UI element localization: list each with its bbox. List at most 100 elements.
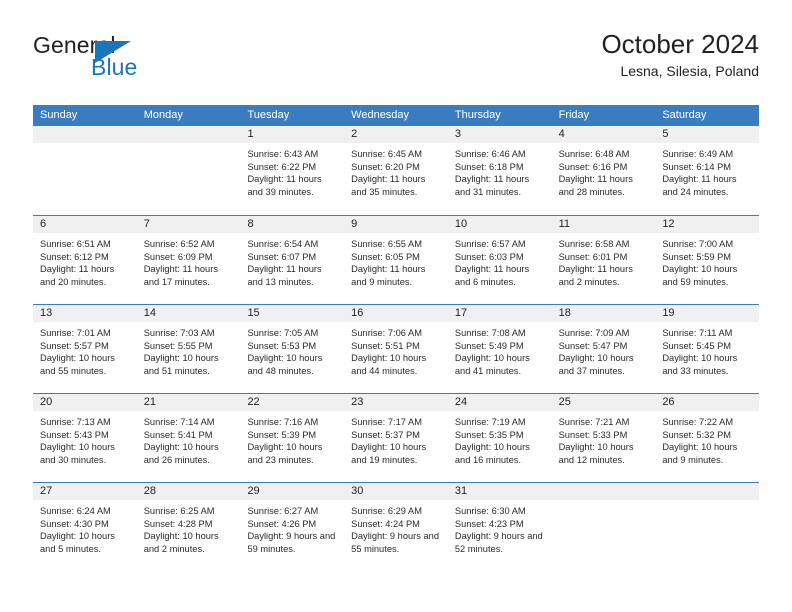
day-cell[interactable]: 23 Sunrise: 7:17 AM Sunset: 5:37 PM Dayl… bbox=[344, 394, 448, 482]
day-details: Sunrise: 7:19 AM Sunset: 5:35 PM Dayligh… bbox=[448, 411, 552, 466]
sunrise-text: Sunrise: 7:06 AM bbox=[351, 328, 422, 338]
day-cell[interactable]: 24 Sunrise: 7:19 AM Sunset: 5:35 PM Dayl… bbox=[447, 394, 552, 482]
weekday-monday: Monday bbox=[143, 109, 183, 121]
calendar-grid: Sunday Monday Tuesday Wednesday Thursday… bbox=[33, 105, 760, 571]
sunrise-text: Sunrise: 7:00 AM bbox=[662, 239, 734, 249]
day-cell[interactable]: 16 Sunrise: 7:06 AM Sunset: 5:51 PM Dayl… bbox=[344, 305, 448, 393]
day-cell[interactable]: 30 Sunrise: 6:29 AM Sunset: 4:24 PM Dayl… bbox=[344, 483, 448, 571]
sunrise-text: Sunrise: 7:05 AM bbox=[247, 328, 319, 338]
day-cell[interactable]: 21 Sunrise: 7:14 AM Sunset: 5:41 PM Dayl… bbox=[136, 394, 241, 482]
sunrise-text: Sunrise: 6:27 AM bbox=[247, 506, 319, 516]
daylight-text: Daylight: 11 hours and 9 minutes. bbox=[351, 264, 426, 287]
daylight-text: Daylight: 11 hours and 24 minutes. bbox=[662, 174, 737, 197]
day-cell[interactable]: 20 Sunrise: 7:13 AM Sunset: 5:43 PM Dayl… bbox=[33, 394, 137, 482]
sunset-text: Sunset: 5:55 PM bbox=[143, 340, 213, 351]
day-cell[interactable]: 7 Sunrise: 6:52 AM Sunset: 6:09 PM Dayli… bbox=[136, 216, 241, 304]
sunset-text: Sunset: 4:30 PM bbox=[40, 518, 109, 529]
daylight-text: Daylight: 10 hours and 19 minutes. bbox=[351, 442, 427, 465]
day-details: Sunrise: 6:45 AM Sunset: 6:20 PM Dayligh… bbox=[344, 143, 448, 198]
day-cell[interactable]: 9 Sunrise: 6:55 AM Sunset: 6:05 PM Dayli… bbox=[344, 216, 448, 304]
day-cell[interactable]: 15 Sunrise: 7:05 AM Sunset: 5:53 PM Dayl… bbox=[240, 305, 345, 393]
day-details: Sunrise: 7:13 AM Sunset: 5:43 PM Dayligh… bbox=[33, 411, 137, 466]
sunset-text: Sunset: 4:23 PM bbox=[454, 518, 524, 529]
day-cell[interactable]: 22 Sunrise: 7:16 AM Sunset: 5:39 PM Dayl… bbox=[240, 394, 345, 482]
daylight-text: Daylight: 11 hours and 6 minutes. bbox=[454, 264, 530, 287]
day-details bbox=[655, 500, 759, 505]
day-details: Sunrise: 6:46 AM Sunset: 6:18 PM Dayligh… bbox=[448, 143, 552, 198]
sunrise-text: Sunrise: 6:46 AM bbox=[454, 149, 526, 159]
day-cell[interactable]: 13 Sunrise: 7:01 AM Sunset: 5:57 PM Dayl… bbox=[33, 305, 137, 393]
daylight-text: Daylight: 9 hours and 55 minutes. bbox=[351, 531, 440, 554]
day-number bbox=[136, 126, 241, 143]
day-details: Sunrise: 6:43 AM Sunset: 6:22 PM Dayligh… bbox=[240, 143, 344, 198]
day-cell[interactable]: 25 Sunrise: 7:21 AM Sunset: 5:33 PM Dayl… bbox=[551, 394, 656, 482]
day-cell[interactable]: 18 Sunrise: 7:09 AM Sunset: 5:47 PM Dayl… bbox=[551, 305, 656, 393]
sunset-text: Sunset: 5:43 PM bbox=[40, 429, 109, 440]
day-details: Sunrise: 6:49 AM Sunset: 6:14 PM Dayligh… bbox=[655, 143, 759, 198]
sunrise-text: Sunrise: 6:30 AM bbox=[454, 506, 526, 516]
day-cell[interactable]: 27 Sunrise: 6:24 AM Sunset: 4:30 PM Dayl… bbox=[33, 483, 137, 571]
day-details: Sunrise: 6:48 AM Sunset: 6:16 PM Dayligh… bbox=[552, 143, 656, 198]
day-cell[interactable]: 2 Sunrise: 6:45 AM Sunset: 6:20 PM Dayli… bbox=[344, 126, 448, 215]
day-number: 19 bbox=[655, 305, 760, 322]
daylight-text: Daylight: 10 hours and 59 minutes. bbox=[662, 264, 738, 287]
day-number: 7 bbox=[136, 216, 241, 233]
day-details: Sunrise: 7:01 AM Sunset: 5:57 PM Dayligh… bbox=[33, 322, 137, 377]
weekday-wednesday: Wednesday bbox=[351, 109, 410, 121]
day-number: 26 bbox=[655, 394, 760, 411]
day-number: 6 bbox=[33, 216, 137, 233]
daylight-text: Daylight: 10 hours and 48 minutes. bbox=[247, 353, 323, 376]
day-details: Sunrise: 7:17 AM Sunset: 5:37 PM Dayligh… bbox=[344, 411, 448, 466]
day-details: Sunrise: 7:21 AM Sunset: 5:33 PM Dayligh… bbox=[552, 411, 656, 466]
weekday-sunday: Sunday bbox=[40, 109, 78, 121]
day-details: Sunrise: 6:57 AM Sunset: 6:03 PM Dayligh… bbox=[448, 233, 552, 288]
sunset-text: Sunset: 6:09 PM bbox=[143, 251, 213, 262]
day-details: Sunrise: 6:27 AM Sunset: 4:26 PM Dayligh… bbox=[240, 500, 344, 555]
sunset-text: Sunset: 4:26 PM bbox=[247, 518, 317, 529]
day-details: Sunrise: 7:22 AM Sunset: 5:32 PM Dayligh… bbox=[655, 411, 759, 466]
sunset-text: Sunset: 5:32 PM bbox=[662, 429, 732, 440]
day-number: 23 bbox=[344, 394, 448, 411]
week-row: 1 Sunrise: 6:43 AM Sunset: 6:22 PM Dayli… bbox=[33, 126, 760, 215]
day-cell[interactable]: 8 Sunrise: 6:54 AM Sunset: 6:07 PM Dayli… bbox=[240, 216, 345, 304]
sunrise-text: Sunrise: 6:25 AM bbox=[143, 506, 215, 516]
sunset-text: Sunset: 5:53 PM bbox=[247, 340, 317, 351]
day-cell[interactable]: 12 Sunrise: 7:00 AM Sunset: 5:59 PM Dayl… bbox=[655, 216, 760, 304]
day-cell[interactable]: 28 Sunrise: 6:25 AM Sunset: 4:28 PM Dayl… bbox=[136, 483, 241, 571]
day-number: 20 bbox=[33, 394, 137, 411]
day-cell[interactable]: 1 Sunrise: 6:43 AM Sunset: 6:22 PM Dayli… bbox=[240, 126, 345, 215]
sunrise-text: Sunrise: 7:09 AM bbox=[558, 328, 630, 338]
day-cell[interactable]: 11 Sunrise: 6:58 AM Sunset: 6:01 PM Dayl… bbox=[551, 216, 656, 304]
day-cell[interactable]: 26 Sunrise: 7:22 AM Sunset: 5:32 PM Dayl… bbox=[655, 394, 760, 482]
day-cell[interactable]: 3 Sunrise: 6:46 AM Sunset: 6:18 PM Dayli… bbox=[447, 126, 552, 215]
day-cell[interactable]: 4 Sunrise: 6:48 AM Sunset: 6:16 PM Dayli… bbox=[551, 126, 656, 215]
day-number: 10 bbox=[447, 216, 552, 233]
sunrise-text: Sunrise: 7:11 AM bbox=[662, 328, 733, 338]
sunset-text: Sunset: 5:41 PM bbox=[143, 429, 213, 440]
daylight-text: Daylight: 11 hours and 28 minutes. bbox=[558, 174, 633, 197]
day-cell[interactable]: 19 Sunrise: 7:11 AM Sunset: 5:45 PM Dayl… bbox=[655, 305, 760, 393]
day-cell[interactable]: 31 Sunrise: 6:30 AM Sunset: 4:23 PM Dayl… bbox=[447, 483, 552, 571]
day-number: 22 bbox=[240, 394, 345, 411]
day-number: 28 bbox=[136, 483, 241, 500]
day-number: 31 bbox=[447, 483, 552, 500]
day-number: 4 bbox=[551, 126, 656, 143]
day-details: Sunrise: 6:29 AM Sunset: 4:24 PM Dayligh… bbox=[344, 500, 448, 555]
day-details: Sunrise: 6:51 AM Sunset: 6:12 PM Dayligh… bbox=[33, 233, 137, 288]
day-cell[interactable]: 17 Sunrise: 7:08 AM Sunset: 5:49 PM Dayl… bbox=[447, 305, 552, 393]
day-details: Sunrise: 6:58 AM Sunset: 6:01 PM Dayligh… bbox=[552, 233, 656, 288]
day-number: 13 bbox=[33, 305, 137, 322]
day-number: 9 bbox=[344, 216, 448, 233]
day-cell[interactable]: 29 Sunrise: 6:27 AM Sunset: 4:26 PM Dayl… bbox=[240, 483, 345, 571]
sunset-text: Sunset: 6:07 PM bbox=[247, 251, 317, 262]
day-cell[interactable]: 5 Sunrise: 6:49 AM Sunset: 6:14 PM Dayli… bbox=[655, 126, 760, 215]
day-cell[interactable]: 6 Sunrise: 6:51 AM Sunset: 6:12 PM Dayli… bbox=[33, 216, 137, 304]
day-cell[interactable]: 10 Sunrise: 6:57 AM Sunset: 6:03 PM Dayl… bbox=[447, 216, 552, 304]
day-number: 21 bbox=[136, 394, 241, 411]
sunset-text: Sunset: 4:28 PM bbox=[143, 518, 213, 529]
day-details: Sunrise: 7:11 AM Sunset: 5:45 PM Dayligh… bbox=[655, 322, 759, 377]
day-number: 18 bbox=[551, 305, 656, 322]
day-cell[interactable]: 14 Sunrise: 7:03 AM Sunset: 5:55 PM Dayl… bbox=[136, 305, 241, 393]
daylight-text: Daylight: 10 hours and 16 minutes. bbox=[454, 442, 530, 465]
general-blue-logo[interactable]: General Blue bbox=[33, 32, 263, 88]
